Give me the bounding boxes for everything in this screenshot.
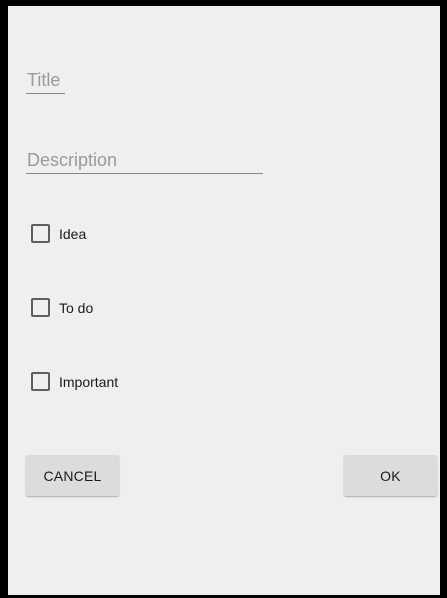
todo-checkbox[interactable] xyxy=(31,298,50,317)
idea-checkbox[interactable] xyxy=(31,224,50,243)
idea-checkbox-label: Idea xyxy=(59,225,87,242)
idea-checkbox-row[interactable]: Idea xyxy=(31,224,86,243)
title-field-container xyxy=(26,70,65,94)
important-checkbox[interactable] xyxy=(31,372,50,391)
important-checkbox-label: Important xyxy=(59,373,119,390)
description-input[interactable] xyxy=(26,150,263,174)
todo-checkbox-row[interactable]: To do xyxy=(31,298,93,317)
important-checkbox-row[interactable]: Important xyxy=(31,372,118,391)
title-input[interactable] xyxy=(26,70,65,94)
todo-checkbox-label: To do xyxy=(59,299,94,316)
description-field-container xyxy=(26,150,263,174)
cancel-button[interactable]: CANCEL xyxy=(26,455,119,496)
ok-button[interactable]: OK xyxy=(344,455,437,496)
new-note-dialog: Idea To do Important CANCEL OK xyxy=(8,6,440,595)
